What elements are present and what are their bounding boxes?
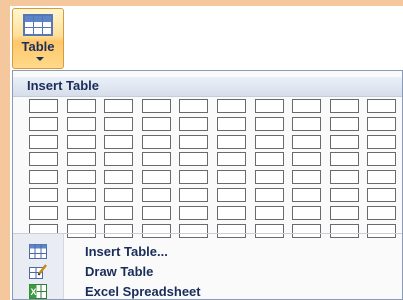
grid-cell[interactable] <box>255 224 284 238</box>
grid-cell[interactable] <box>217 117 246 131</box>
excel-spreadsheet-label: Excel Spreadsheet <box>85 284 201 299</box>
grid-cell[interactable] <box>67 117 96 131</box>
grid-cell[interactable] <box>217 99 246 113</box>
svg-text:X: X <box>31 287 37 297</box>
grid-cell[interactable] <box>142 206 171 220</box>
table-size-grid <box>29 99 403 251</box>
grid-cell[interactable] <box>179 99 208 113</box>
grid-cell[interactable] <box>179 117 208 131</box>
grid-cell[interactable] <box>142 117 171 131</box>
grid-cell[interactable] <box>330 135 359 149</box>
grid-cell[interactable] <box>67 224 96 238</box>
grid-cell[interactable] <box>292 170 321 184</box>
grid-cell[interactable] <box>367 135 396 149</box>
grid-cell[interactable] <box>67 206 96 220</box>
grid-cell[interactable] <box>367 99 396 113</box>
grid-cell[interactable] <box>292 117 321 131</box>
chevron-down-icon <box>36 57 44 61</box>
grid-cell[interactable] <box>217 135 246 149</box>
insert-table-icon <box>29 244 47 259</box>
grid-cell[interactable] <box>330 170 359 184</box>
grid-cell[interactable] <box>255 117 284 131</box>
table-icon <box>23 14 53 36</box>
grid-cell[interactable] <box>179 152 208 166</box>
grid-cell[interactable] <box>67 170 96 184</box>
grid-cell[interactable] <box>179 206 208 220</box>
grid-cell[interactable] <box>142 170 171 184</box>
grid-cell[interactable] <box>367 188 396 202</box>
draw-table-menu-item[interactable]: Draw Table <box>13 262 402 282</box>
grid-cell[interactable] <box>104 188 133 202</box>
grid-cell[interactable] <box>367 152 396 166</box>
grid-cell[interactable] <box>29 206 58 220</box>
grid-cell[interactable] <box>217 152 246 166</box>
draw-table-label: Draw Table <box>85 264 154 279</box>
grid-cell[interactable] <box>330 99 359 113</box>
grid-cell[interactable] <box>292 224 321 238</box>
insert-table-menu: Insert Table Insert Table... Draw Table … <box>12 70 403 300</box>
grid-cell[interactable] <box>330 206 359 220</box>
grid-cell[interactable] <box>179 135 208 149</box>
grid-cell[interactable] <box>292 135 321 149</box>
divider <box>13 233 402 234</box>
menu-header-label: Insert Table <box>27 78 100 93</box>
grid-cell[interactable] <box>104 152 133 166</box>
grid-cell[interactable] <box>292 152 321 166</box>
grid-cell[interactable] <box>255 188 284 202</box>
grid-cell[interactable] <box>67 99 96 113</box>
grid-cell[interactable] <box>104 135 133 149</box>
grid-cell[interactable] <box>104 99 133 113</box>
grid-cell[interactable] <box>104 170 133 184</box>
grid-cell[interactable] <box>142 224 171 238</box>
grid-cell[interactable] <box>29 152 58 166</box>
grid-cell[interactable] <box>29 135 58 149</box>
grid-cell[interactable] <box>330 152 359 166</box>
grid-cell[interactable] <box>255 152 284 166</box>
grid-cell[interactable] <box>255 170 284 184</box>
grid-cell[interactable] <box>104 224 133 238</box>
grid-cell[interactable] <box>29 170 58 184</box>
grid-cell[interactable] <box>179 224 208 238</box>
grid-cell[interactable] <box>217 206 246 220</box>
grid-cell[interactable] <box>367 117 396 131</box>
grid-cell[interactable] <box>104 117 133 131</box>
stage: Table Insert Table Insert Table... Draw … <box>0 0 403 300</box>
excel-spreadsheet-menu-item[interactable]: X Excel Spreadsheet <box>13 282 402 300</box>
grid-cell[interactable] <box>217 188 246 202</box>
insert-table-menu-item[interactable]: Insert Table... <box>13 242 402 262</box>
grid-cell[interactable] <box>104 206 133 220</box>
grid-cell[interactable] <box>29 188 58 202</box>
grid-cell[interactable] <box>330 117 359 131</box>
draw-table-icon <box>29 264 47 279</box>
grid-cell[interactable] <box>330 224 359 238</box>
grid-cell[interactable] <box>292 99 321 113</box>
table-button-label: Table <box>21 39 55 54</box>
grid-cell[interactable] <box>179 188 208 202</box>
grid-cell[interactable] <box>255 99 284 113</box>
menu-header: Insert Table <box>13 77 402 97</box>
grid-cell[interactable] <box>67 152 96 166</box>
grid-cell[interactable] <box>29 117 58 131</box>
table-button[interactable]: Table <box>12 8 64 69</box>
grid-cell[interactable] <box>217 224 246 238</box>
grid-cell[interactable] <box>142 152 171 166</box>
grid-cell[interactable] <box>142 99 171 113</box>
grid-cell[interactable] <box>255 206 284 220</box>
grid-cell[interactable] <box>367 206 396 220</box>
insert-table-label: Insert Table... <box>85 244 168 259</box>
grid-cell[interactable] <box>292 206 321 220</box>
grid-cell[interactable] <box>179 170 208 184</box>
grid-cell[interactable] <box>142 188 171 202</box>
grid-cell[interactable] <box>255 135 284 149</box>
excel-spreadsheet-icon: X <box>29 284 47 299</box>
grid-cell[interactable] <box>29 99 58 113</box>
grid-cell[interactable] <box>67 135 96 149</box>
grid-cell[interactable] <box>142 135 171 149</box>
grid-cell[interactable] <box>367 170 396 184</box>
grid-cell[interactable] <box>330 188 359 202</box>
grid-cell[interactable] <box>292 188 321 202</box>
grid-cell[interactable] <box>367 224 396 238</box>
grid-cell[interactable] <box>67 188 96 202</box>
grid-cell[interactable] <box>217 170 246 184</box>
